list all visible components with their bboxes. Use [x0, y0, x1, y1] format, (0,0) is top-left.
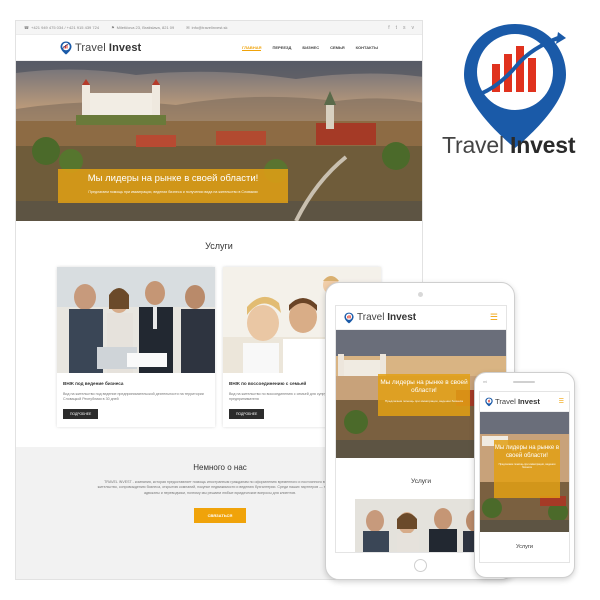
tablet-home-button[interactable] — [414, 559, 427, 572]
phone-services-title: Услуги — [516, 544, 533, 550]
logo-pin-icon — [60, 41, 72, 54]
service-card-business[interactable]: ВНЖ под ведение бизнеса Вид на жительств… — [57, 267, 215, 427]
about-text: TRAVEL INVEST - компания, которая предос… — [97, 480, 343, 495]
logo-pin-icon — [485, 397, 493, 406]
mail-icon: ✉ — [186, 25, 190, 30]
phone-mockup: mi Travel Invest ☰ Мы лидеры на рынке в … — [474, 372, 575, 578]
site-logo[interactable]: Travel Invest — [60, 41, 141, 55]
tablet-hero-box: Мы лидеры на рынке в своей области! Пред… — [378, 374, 470, 416]
phone-hero-subtext: Предлагаем помощь при иммиграции, ведени… — [498, 463, 556, 469]
vk-icon[interactable]: v — [412, 25, 415, 31]
address-contact: ⚑ Miletičova 23, Bratislava, 821 09 — [111, 25, 174, 30]
phone-icon: ☎ — [24, 25, 29, 30]
top-contact-bar: ☎ +421 949 475 034 / +421 915 439 724 ⚑ Mi… — [16, 21, 422, 35]
business-meeting-photo — [57, 267, 215, 373]
nav-item-relocation[interactable]: ПЕРЕЕЗД — [272, 45, 291, 51]
tablet-camera — [418, 292, 423, 297]
logo-pin-icon — [344, 312, 354, 323]
hero-subtext: Предлагаем помощь при иммиграции, ведени… — [88, 190, 258, 194]
more-button[interactable]: ПОДРОБНЕЕ — [63, 409, 99, 420]
nav-item-contacts[interactable]: КОНТАКТЫ — [356, 45, 378, 51]
social-links: f t s v — [388, 25, 414, 31]
hamburger-menu-icon[interactable]: ☰ — [559, 398, 564, 405]
skype-icon[interactable]: s — [403, 25, 406, 31]
contact-button[interactable]: СВЯЗАТЬСЯ — [193, 508, 247, 524]
hero-message-box: Мы лидеры на рынке в своей области! Пред… — [58, 169, 288, 203]
nav-item-home[interactable]: ГЛАВНАЯ — [242, 45, 262, 51]
tablet-logo-text[interactable]: Travel Invest — [357, 312, 416, 323]
email-contact[interactable]: ✉ info@travelinvest.sk — [186, 25, 227, 30]
logo-text: Travel Invest — [75, 41, 142, 54]
big-logo-text: Travel Invest — [442, 132, 576, 158]
hero-headline: Мы лидеры на рынке в своей области! — [87, 173, 259, 184]
phone-contact[interactable]: ☎ +421 949 475 034 / +421 915 439 724 — [24, 25, 99, 30]
tablet-navbar: Travel Invest ☰ — [336, 306, 506, 330]
phone-brand-label: mi — [483, 379, 488, 384]
hamburger-menu-icon[interactable]: ☰ — [490, 312, 498, 323]
location-icon: ⚑ — [111, 25, 115, 30]
more-button[interactable]: ПОДРОБНЕЕ — [229, 409, 265, 420]
phone-logo-text[interactable]: Travel Invest — [495, 397, 540, 406]
hero-banner: Мы лидеры на рынке в своей области! Пред… — [16, 61, 422, 221]
showcase-canvas: ☎ +421 949 475 034 / +421 915 439 724 ⚑ Mi… — [0, 0, 600, 600]
phone-hero: Мы лидеры на рынке в своей области! Пред… — [480, 412, 569, 532]
main-navbar: Travel Invest ГЛАВНАЯ ПЕРЕЕЗД БИЗНЕС СЕМ… — [16, 35, 422, 61]
tablet-service-card-photo[interactable] — [355, 499, 487, 552]
facebook-icon[interactable]: f — [388, 25, 389, 31]
phone-speaker — [513, 381, 535, 383]
card-title: ВНЖ под ведение бизнеса — [63, 381, 124, 386]
nav-item-business[interactable]: БИЗНЕС — [302, 45, 319, 51]
card-text: Вид на жительство под ведение предприним… — [63, 392, 204, 402]
twitter-icon[interactable]: t — [396, 25, 397, 31]
tablet-hero-subtext: Предлагаем помощь при иммиграции, ведени… — [385, 399, 463, 403]
email-text: info@travelinvest.sk — [191, 25, 228, 30]
phone-hero-box: Мы лидеры на рынке в своей области! Пред… — [494, 440, 560, 498]
tablet-hero-headline: Мы лидеры на рынке в своей области! — [380, 379, 468, 394]
nav-item-family[interactable]: СЕМЬЯ — [330, 45, 345, 51]
address-text: Miletičova 23, Bratislava, 821 09 — [116, 25, 175, 30]
phone-navbar: Travel Invest ☰ — [480, 392, 569, 412]
services-title: Услуги — [205, 241, 233, 251]
nav-menu: ГЛАВНАЯ ПЕРЕЕЗД БИЗНЕС СЕМЬЯ КОНТАКТЫ — [242, 45, 378, 51]
phone-numbers: +421 949 475 034 / +421 915 439 724 — [30, 25, 100, 30]
phone-screen: Travel Invest ☰ Мы лидеры на рынке в сво… — [479, 391, 570, 563]
phone-hero-headline: Мы лидеры на рынке в своей области! — [494, 445, 560, 459]
